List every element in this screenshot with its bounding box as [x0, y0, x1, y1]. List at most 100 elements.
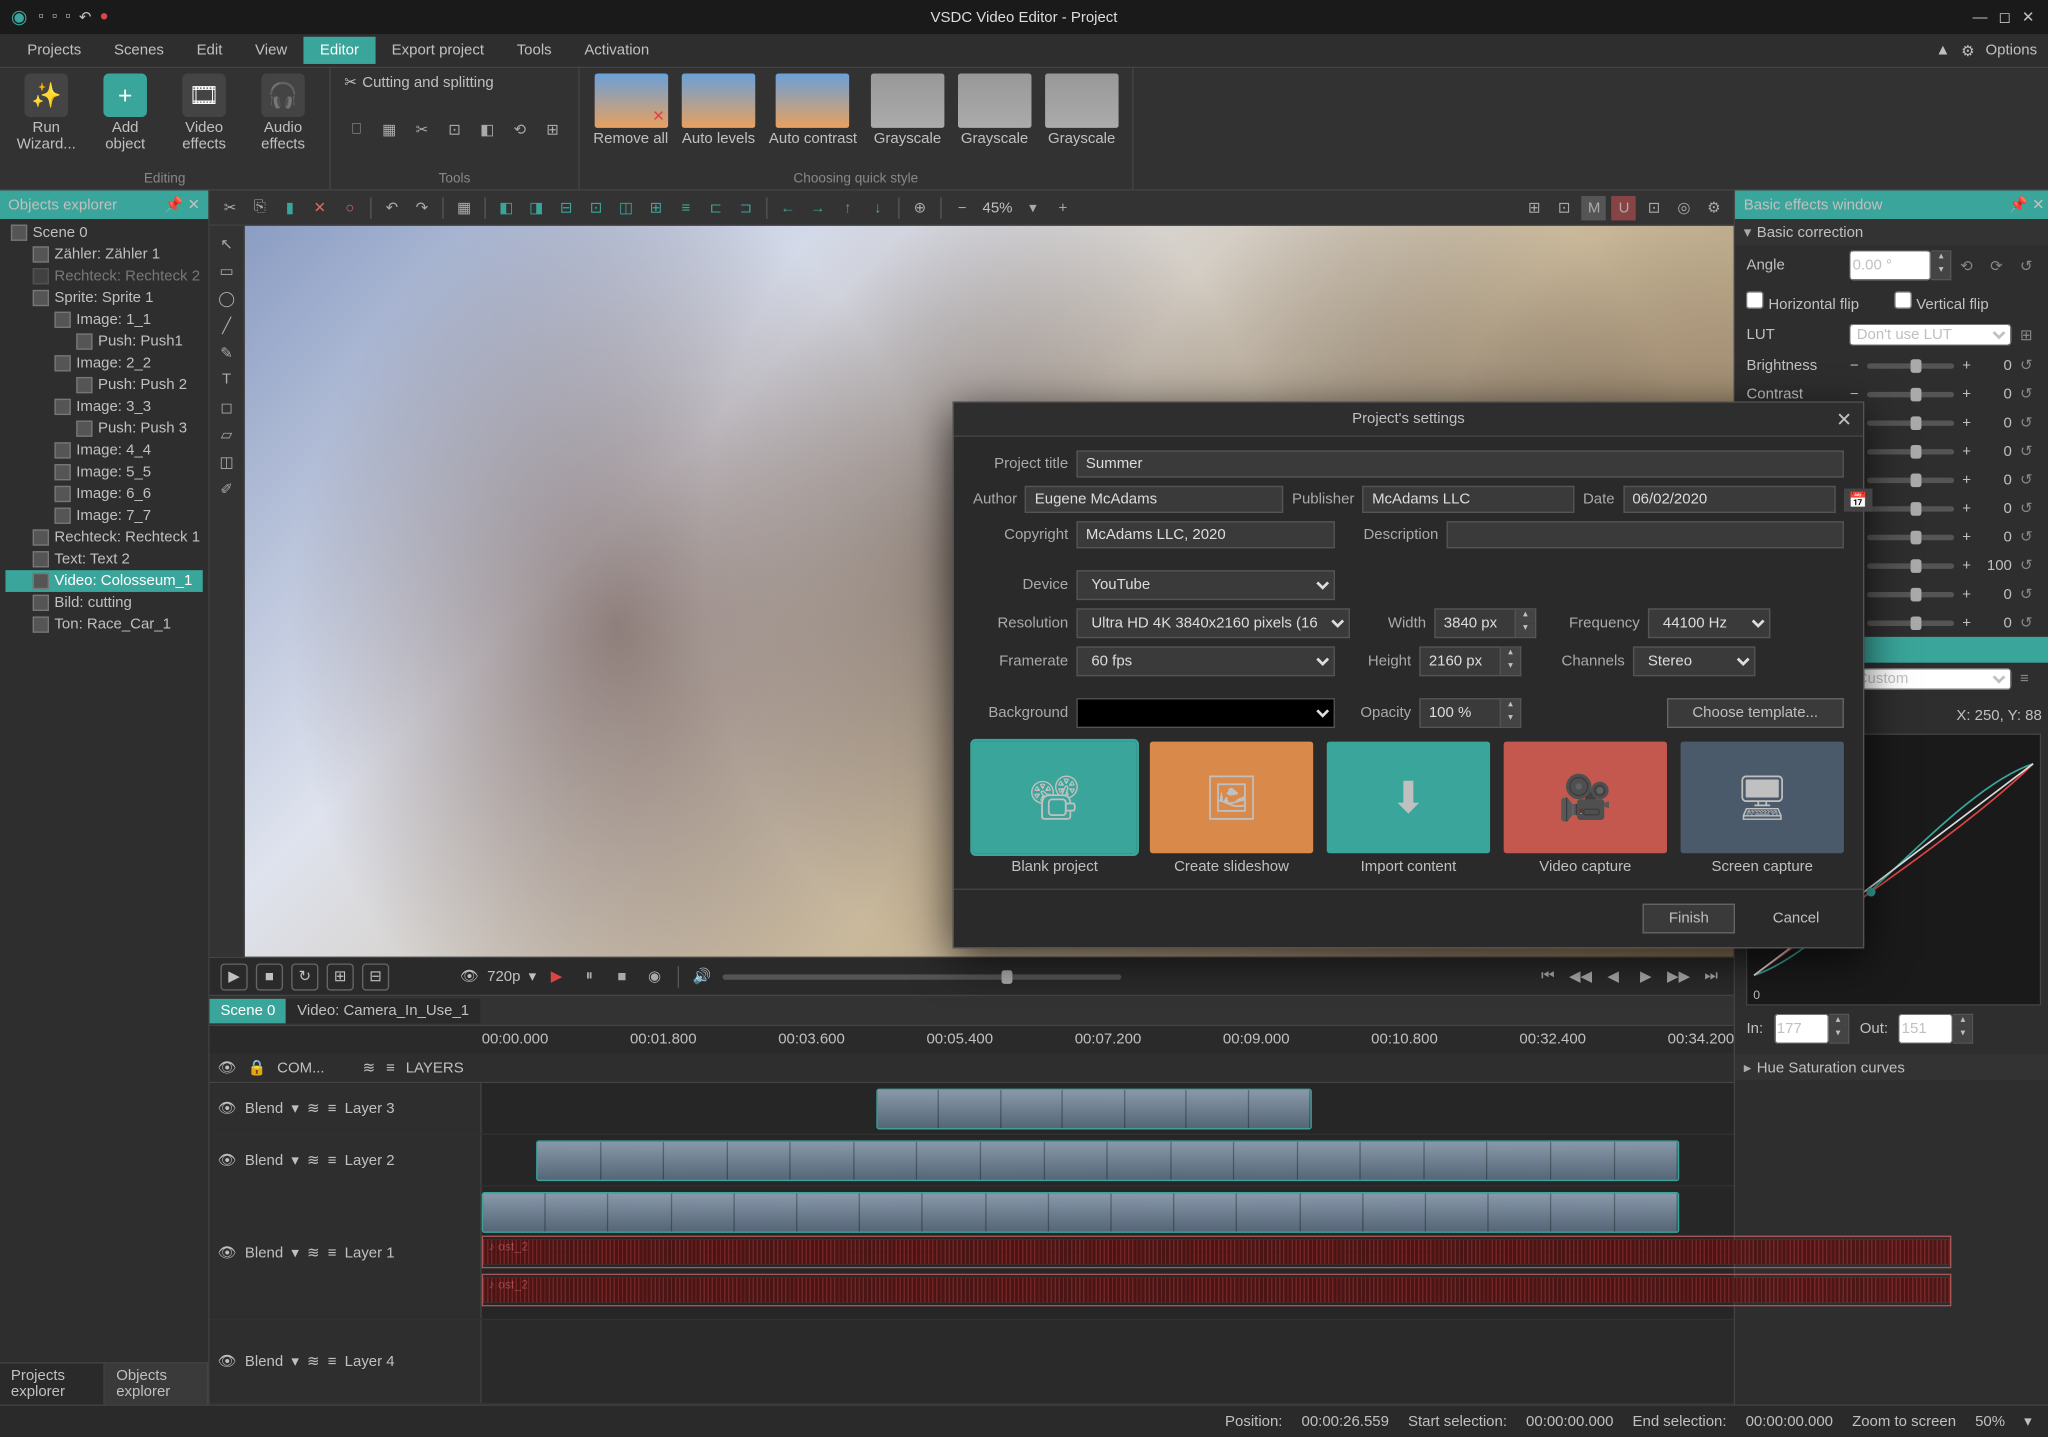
- slider-blue[interactable]: [1867, 506, 1954, 511]
- template-screen-capture[interactable]: 🖥Screen capture: [1681, 742, 1844, 875]
- channels-select[interactable]: Stereo: [1633, 646, 1755, 676]
- bars-icon[interactable]: ≡: [328, 1244, 337, 1260]
- wave-icon[interactable]: ≋: [363, 1059, 376, 1077]
- tree-item[interactable]: Image: 2_2: [5, 352, 202, 374]
- bars-icon[interactable]: ≡: [328, 1152, 337, 1168]
- volume-slider[interactable]: [723, 974, 1121, 979]
- tp-pause-icon[interactable]: ⏸: [577, 964, 601, 988]
- menu-activation[interactable]: Activation: [568, 37, 666, 64]
- tree-item[interactable]: Rechteck: Rechteck 2: [5, 265, 202, 287]
- select-icon[interactable]: ▦: [452, 195, 476, 219]
- menu-view[interactable]: View: [239, 37, 304, 64]
- author-input[interactable]: [1025, 486, 1284, 513]
- reset-icon[interactable]: ↺: [2020, 499, 2042, 517]
- align-7[interactable]: ≡: [674, 195, 698, 219]
- grid-1-icon[interactable]: ⊞: [1522, 195, 1546, 219]
- style-auto-levels[interactable]: Auto levels: [682, 73, 755, 146]
- tooltip-icon[interactable]: ◻: [214, 395, 238, 419]
- cancel-button[interactable]: Cancel: [1748, 904, 1844, 934]
- wave-icon[interactable]: ≋: [307, 1353, 320, 1371]
- tab-projects-explorer[interactable]: Projects explorer: [0, 1364, 105, 1405]
- track-head[interactable]: 👁Blend▾≋≡Layer 1: [210, 1187, 482, 1319]
- device-select[interactable]: YouTube: [1076, 570, 1335, 600]
- audio-effects-button[interactable]: 🎧Audio effects: [250, 73, 315, 152]
- text-icon[interactable]: T: [214, 367, 238, 391]
- chevron-down-icon[interactable]: ▾: [291, 1151, 299, 1169]
- pointer-icon[interactable]: ↖: [214, 231, 238, 255]
- run-wizard-button[interactable]: ✨Run Wizard...: [14, 73, 79, 152]
- track-body[interactable]: [482, 1135, 1735, 1185]
- snap-icon[interactable]: ⊕: [908, 195, 932, 219]
- wave-icon[interactable]: ≋: [307, 1151, 320, 1169]
- bars-icon[interactable]: ≡: [328, 1100, 337, 1116]
- basic-correction-header[interactable]: ▾ Basic correction: [1736, 219, 2048, 245]
- track-head[interactable]: 👁Blend▾≋≡Layer 2: [210, 1135, 482, 1185]
- tree-item[interactable]: Image: 4_4: [5, 440, 202, 462]
- reset-icon[interactable]: ↺: [2020, 357, 2042, 375]
- copy-icon[interactable]: ⎘: [248, 195, 272, 219]
- reset-icon[interactable]: ↺: [2020, 414, 2042, 432]
- lut-browse-icon[interactable]: ⊞: [2020, 326, 2042, 344]
- tool-7-icon[interactable]: ⊞: [540, 118, 564, 142]
- align-5[interactable]: ◫: [614, 195, 638, 219]
- tree-item[interactable]: Image: 7_7: [5, 505, 202, 527]
- arrow-up-icon[interactable]: ↑: [836, 195, 860, 219]
- add-object-button[interactable]: +Add object: [93, 73, 158, 152]
- close-icon[interactable]: ✕: [2022, 8, 2035, 26]
- align-8[interactable]: ⊏: [704, 195, 728, 219]
- track-head[interactable]: 👁Blend▾≋≡Layer 4: [210, 1320, 482, 1403]
- align-1[interactable]: ◧: [494, 195, 518, 219]
- reset-icon[interactable]: ↺: [2020, 614, 2042, 632]
- status-zoom-label[interactable]: Zoom to screen: [1852, 1413, 1956, 1429]
- eye-icon[interactable]: 👁: [218, 1244, 237, 1262]
- slider-contrast[interactable]: [1867, 391, 1954, 396]
- prev-frame-icon[interactable]: ◀◀: [1568, 964, 1592, 988]
- slider-sharpen[interactable]: [1867, 591, 1954, 596]
- quality-dropdown-icon[interactable]: ▾: [529, 968, 537, 986]
- pin-icon[interactable]: 📌: [2009, 197, 2028, 213]
- ellipse-icon[interactable]: ◯: [214, 286, 238, 310]
- tp-play-icon[interactable]: ▶: [544, 964, 568, 988]
- panel-close-icon[interactable]: ✕: [2032, 197, 2045, 213]
- chevron-down-icon[interactable]: ▾: [291, 1100, 299, 1118]
- style-remove-all[interactable]: ✕Remove all: [593, 73, 668, 146]
- slider-temperature[interactable]: [1867, 534, 1954, 539]
- style-grayscale-2[interactable]: Grayscale: [958, 73, 1031, 146]
- status-dropdown-icon[interactable]: ▾: [2024, 1413, 2032, 1431]
- eyedrop-icon[interactable]: ✐: [214, 476, 238, 500]
- tool-1-icon[interactable]: ⎕: [344, 118, 368, 142]
- cut-split-label[interactable]: Cutting and splitting: [362, 74, 493, 90]
- tool-2-icon[interactable]: ▦: [377, 118, 401, 142]
- calendar-icon[interactable]: 📅: [1843, 488, 1873, 511]
- template-video-capture[interactable]: 🎥Video capture: [1504, 742, 1667, 875]
- arrow-right-icon[interactable]: →: [806, 195, 830, 219]
- choose-template-button[interactable]: Choose template...: [1667, 698, 1844, 728]
- options-label[interactable]: Options: [1986, 42, 2038, 58]
- slider-saturation[interactable]: [1867, 563, 1954, 568]
- tree-item[interactable]: Text: Text 2: [5, 548, 202, 570]
- reset-icon[interactable]: ↺: [2020, 528, 2042, 546]
- track-body[interactable]: [482, 1083, 1735, 1133]
- tp-stop-icon[interactable]: ■: [610, 964, 634, 988]
- tool-3-icon[interactable]: ✂: [410, 118, 434, 142]
- vflip-checkbox[interactable]: Vertical flip: [1894, 291, 1988, 313]
- tree-item[interactable]: Bild: cutting: [5, 592, 202, 614]
- templates-menu-icon[interactable]: ≡: [2020, 671, 2042, 687]
- eye-icon[interactable]: 👁: [218, 1059, 237, 1077]
- lut-select[interactable]: Don't use LUT: [1850, 324, 2012, 346]
- comp-label[interactable]: COM...: [277, 1059, 324, 1075]
- framerate-select[interactable]: 60 fps: [1076, 646, 1335, 676]
- rotate-ccw-icon[interactable]: ⟲: [1960, 257, 1982, 275]
- tool-4-icon[interactable]: ⊡: [442, 118, 466, 142]
- eye-icon[interactable]: 👁: [218, 1100, 237, 1118]
- chevron-down-icon[interactable]: ▾: [291, 1353, 299, 1371]
- slider-brightness[interactable]: [1867, 363, 1954, 368]
- tree-item[interactable]: Scene 0: [5, 222, 202, 244]
- frequency-select[interactable]: 44100 Hz: [1648, 608, 1770, 638]
- target-icon[interactable]: ◎: [1672, 195, 1696, 219]
- menu-scenes[interactable]: Scenes: [98, 37, 181, 64]
- video-clip[interactable]: [536, 1140, 1679, 1181]
- reset-icon[interactable]: ↺: [2020, 442, 2042, 460]
- play-button[interactable]: ▶: [220, 963, 247, 990]
- layers-label[interactable]: LAYERS: [406, 1059, 464, 1075]
